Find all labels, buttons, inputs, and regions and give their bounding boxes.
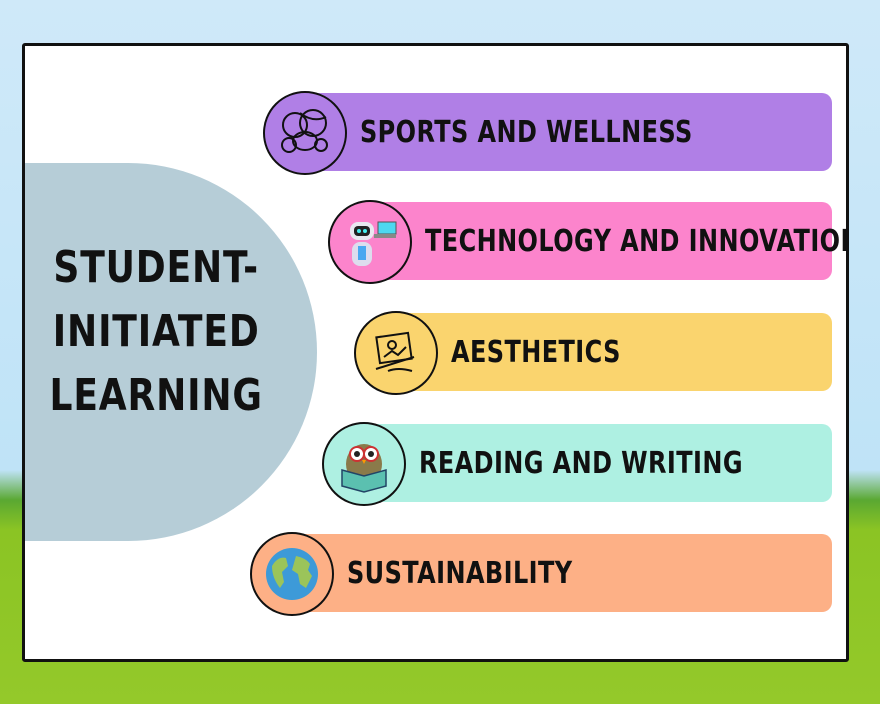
item-technology-and-innovation: TECHNOLOGY AND INNOVATION [370, 202, 846, 280]
item-sports-and-wellness: SPORTS AND WELLNESS [305, 93, 832, 171]
title-line: STUDENT- [53, 242, 259, 293]
title-line: LEARNING [49, 370, 263, 421]
item-label: READING AND WRITING [419, 445, 743, 481]
infographic-card: STUDENT- INITIATED LEARNING SPORTS AND W… [22, 43, 849, 662]
owl-reading-icon [322, 422, 406, 506]
sports-balls-icon [263, 91, 347, 175]
item-aesthetics: AESTHETICS [396, 313, 832, 391]
item-label: AESTHETICS [451, 334, 621, 370]
item-sustainability: SUSTAINABILITY [292, 534, 832, 612]
robot-laptop-icon [328, 200, 412, 284]
item-reading-and-writing: READING AND WRITING [364, 424, 832, 502]
item-label: TECHNOLOGY AND INNOVATION [425, 223, 849, 259]
item-label: SPORTS AND WELLNESS [360, 114, 693, 150]
title-line: INITIATED [52, 306, 260, 357]
art-supplies-icon [354, 311, 438, 395]
globe-icon [250, 532, 334, 616]
main-title: STUDENT- INITIATED LEARNING [25, 236, 287, 428]
item-label: SUSTAINABILITY [347, 555, 573, 591]
